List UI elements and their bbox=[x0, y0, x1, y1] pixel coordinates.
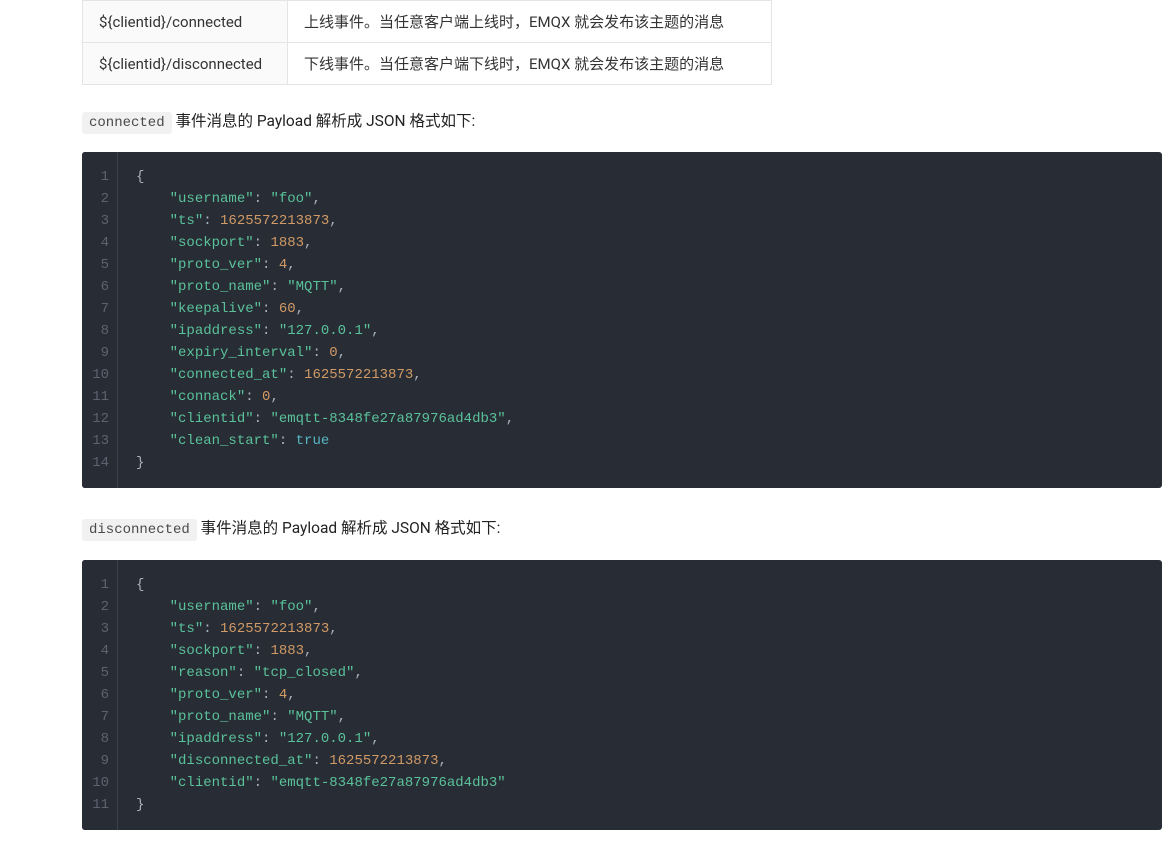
section-intro-connected: connected 事件消息的 Payload 解析成 JSON 格式如下: bbox=[82, 109, 1162, 134]
codeblock-disconnected: 1234567891011 { "username": "foo", "ts":… bbox=[82, 560, 1162, 830]
doc-content: ${clientid}/connected 上线事件。当任意客户端上线时，EMQ… bbox=[0, 0, 1162, 830]
table-row: ${clientid}/disconnected 下线事件。当任意客户端下线时，… bbox=[83, 43, 772, 85]
table-row: ${clientid}/connected 上线事件。当任意客户端上线时，EMQ… bbox=[83, 1, 772, 43]
intro-text: 事件消息的 Payload 解析成 JSON 格式如下: bbox=[172, 112, 476, 130]
desc-cell: 上线事件。当任意客户端上线时，EMQX 就会发布该主题的消息 bbox=[288, 1, 772, 43]
line-gutter: 1234567891011 bbox=[82, 560, 118, 830]
intro-text: 事件消息的 Payload 解析成 JSON 格式如下: bbox=[197, 519, 501, 537]
code-body: { "username": "foo", "ts": 1625572213873… bbox=[118, 152, 532, 488]
inline-code: disconnected bbox=[82, 519, 197, 541]
inline-code: connected bbox=[82, 112, 172, 134]
topic-cell: ${clientid}/connected bbox=[83, 1, 288, 43]
topic-table: ${clientid}/connected 上线事件。当任意客户端上线时，EMQ… bbox=[82, 0, 772, 85]
topic-table-body: ${clientid}/connected 上线事件。当任意客户端上线时，EMQ… bbox=[83, 1, 772, 85]
section-intro-disconnected: disconnected 事件消息的 Payload 解析成 JSON 格式如下… bbox=[82, 516, 1162, 541]
topic-cell: ${clientid}/disconnected bbox=[83, 43, 288, 85]
code-body: { "username": "foo", "ts": 1625572213873… bbox=[118, 560, 524, 830]
line-gutter: 1234567891011121314 bbox=[82, 152, 118, 488]
desc-cell: 下线事件。当任意客户端下线时，EMQX 就会发布该主题的消息 bbox=[288, 43, 772, 85]
codeblock-connected: 1234567891011121314 { "username": "foo",… bbox=[82, 152, 1162, 488]
